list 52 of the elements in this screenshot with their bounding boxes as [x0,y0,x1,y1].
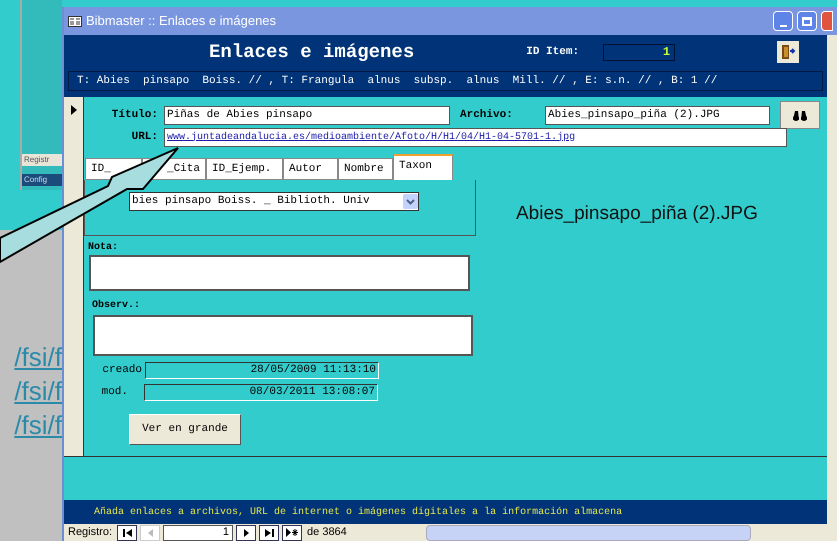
first-record-button[interactable] [117,524,138,540]
close-button[interactable] [821,11,833,31]
tab[interactable]: Taxon [393,154,453,180]
taxon-dropdown[interactable]: bies pinsapo Boiss. _ Biblioth. Univ [129,192,419,211]
minimize-button[interactable] [773,11,793,31]
current-record-icon [70,105,76,115]
horizontal-scrollbar[interactable] [426,524,751,540]
tab[interactable]: Nombre [338,158,393,180]
next-icon [244,528,249,536]
window-title: Bibmaster :: Enlaces e imágenes [86,12,278,30]
image-caption: Abies_pinsapo_piña (2).JPG [516,203,758,224]
first-icon [122,528,132,536]
status-label: Registr [22,154,62,166]
nota-field[interactable] [89,255,470,291]
view-large-button[interactable]: Ver en grande [129,414,241,445]
archivo-label: Archivo: [460,108,514,123]
maximize-button[interactable] [797,11,817,31]
exit-door-icon[interactable] [777,41,799,63]
archivo-field[interactable]: Abies_pinsapo_piña (2).JPG [545,106,770,124]
next-record-button[interactable] [236,524,256,540]
url-label: URL: [130,130,158,145]
search-button[interactable] [780,101,820,129]
previous-icon [148,528,153,536]
tab[interactable]: Autor [283,158,338,180]
new-record-icon [286,528,299,537]
binoculars-icon [792,109,808,121]
status-text: Añada enlaces a archivos, URL de internet o imágenes digitales a la información almacena [94,506,622,520]
modified-field: 08/03/2011 13:08:07 [144,384,378,400]
nota-label: Nota: [88,241,120,255]
titulo-label: Título: [110,108,158,123]
observ-label: Observ.: [92,298,142,313]
last-icon [264,528,274,536]
observ-field[interactable] [93,315,473,356]
summary-text: T: Abies pinsapo Boiss. // , T: Frangula alnus subsp. alnus Mill. // , E: s.n. // , B: 1 // [77,74,718,89]
modified-label: mod. [100,384,128,400]
last-record-button[interactable] [259,524,280,540]
created-label: creado [101,362,142,378]
record-selector[interactable] [64,97,84,456]
menu-label: Config [22,174,62,186]
form-icon [68,16,82,26]
id-field: 1 [603,44,676,60]
record-count: de 3864 [307,525,347,540]
titulo-field[interactable]: Piñas de Abies pinsapo [164,106,450,124]
url-link[interactable]: www.juntadeandalucia.es/medioambiente/Afoto/H/H1/04/H1-04-5701-1.jpg [167,130,576,144]
form-title: Enlaces e imágenes [209,40,414,65]
record-number-field[interactable]: 1 [163,524,234,540]
new-record-button[interactable] [282,524,302,540]
id-label: ID Item: [526,44,580,60]
tab[interactable]: ID_Ejemp. [206,158,283,180]
created-field: 28/05/2009 11:13:10 [145,362,379,378]
record-label: Registro: [68,525,112,540]
url-field[interactable]: www.juntadeandalucia.es/medioambiente/Afoto/H/H1/04/H1-04-5701-1.jpg [164,128,787,146]
